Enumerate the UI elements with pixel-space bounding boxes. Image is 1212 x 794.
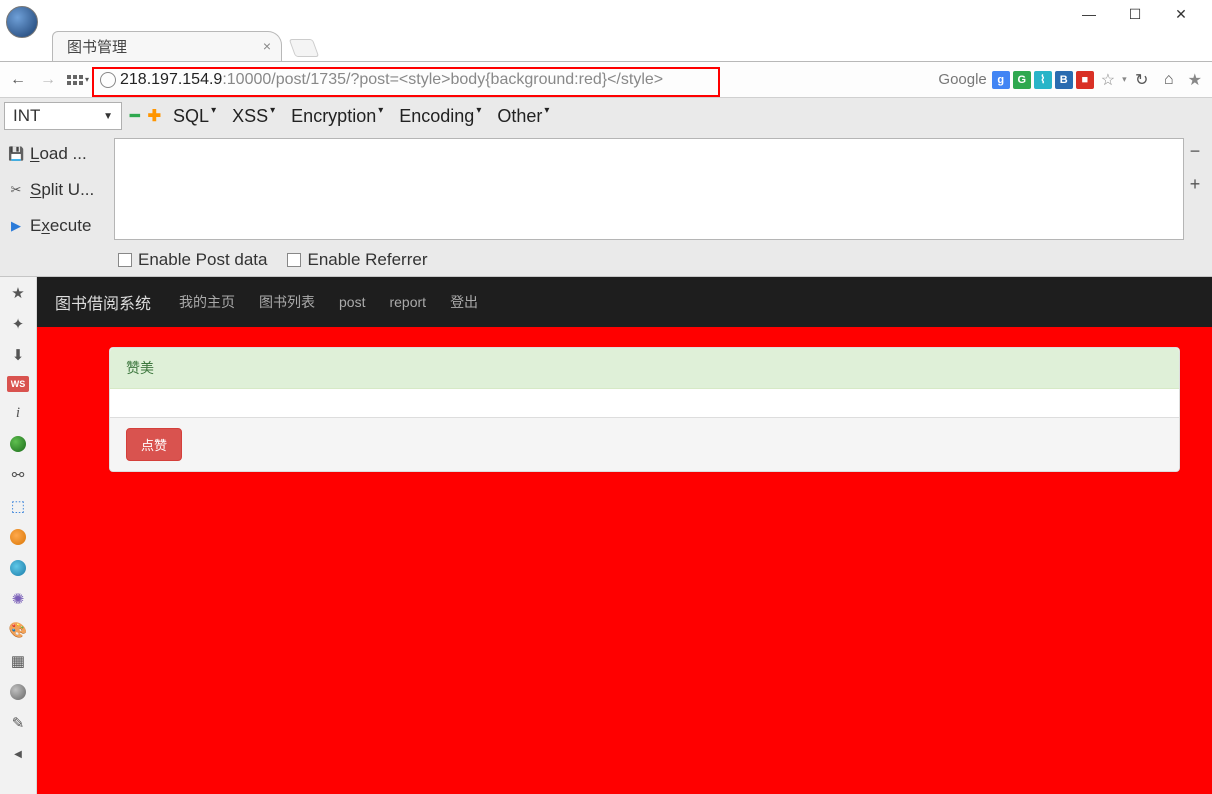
hackbar-minus-icon[interactable]: ━ [130,106,140,126]
sidebar-inspect-icon[interactable]: ⬚ [7,496,29,516]
sidebar-collapse-icon[interactable]: ◀ [7,744,29,764]
google-icon[interactable]: g [992,71,1010,89]
reload-button[interactable]: ↻ [1130,68,1154,92]
globe-icon [100,72,116,88]
app-logo-icon [6,6,38,38]
sidebar-download-icon[interactable]: ⬇ [7,345,29,365]
hackbar-other-menu[interactable]: Other▾ [493,106,553,127]
hackbar-execute-button[interactable]: ▶Execute [6,212,110,240]
chevron-down-icon: ▼ [103,111,113,122]
sidebar-link-icon[interactable]: ⚯ [7,465,29,485]
sidebar-sphere-icon[interactable] [7,682,29,702]
ext-wifi-icon[interactable]: ⌇ [1034,71,1052,89]
back-button[interactable]: ← [6,68,30,92]
navigation-bar: ← → ▾ 218.197.154.9:10000/post/1735/?pos… [0,62,1212,98]
play-icon: ▶ [8,218,24,234]
sidebar-layout-icon[interactable]: ▦ [7,651,29,671]
search-engine-label: Google [938,71,986,88]
enable-referrer-checkbox[interactable]: Enable Referrer [287,250,427,270]
enable-post-checkbox[interactable]: Enable Post data [118,250,267,270]
hackbar-expand-button[interactable]: + [1186,174,1204,195]
scissors-icon: ✂ [8,182,24,198]
sidebar-ws-icon[interactable]: WS [7,376,29,392]
hackbar-xss-menu[interactable]: XSS▾ [228,106,279,127]
new-tab-button[interactable] [289,39,320,57]
page-content: 图书借阅系统 我的主页 图书列表 post report 登出 赞美 点赞 [37,277,1212,794]
sidebar-cookie-icon[interactable] [7,527,29,547]
window-close-button[interactable]: ✕ [1158,0,1204,28]
address-bar[interactable]: 218.197.154.9:10000/post/1735/?post=<sty… [100,71,928,89]
close-tab-icon[interactable]: × [263,38,271,54]
site-brand[interactable]: 图书借阅系统 [55,290,151,314]
disk-icon: 💾 [8,146,24,162]
hackbar-plus-icon[interactable]: ✚ [148,106,161,126]
hackbar-encoding-menu[interactable]: Encoding▾ [395,106,485,127]
panel-body [110,389,1179,417]
hackbar-options: Enable Post data Enable Referrer [0,244,1212,276]
hackbar-input[interactable] [114,138,1184,240]
sidebar-globe-icon[interactable] [7,434,29,454]
url-path: :10000/post/1735/?post=<style>body{backg… [222,71,663,88]
praise-panel: 赞美 点赞 [109,347,1180,472]
ext-g-icon[interactable]: G [1013,71,1031,89]
sidebar-puzzle-icon[interactable]: ✦ [7,314,29,334]
ext-b-icon[interactable]: B [1055,71,1073,89]
forward-button[interactable]: → [36,68,60,92]
favorite-star-icon[interactable]: ★ [1188,70,1202,90]
hackbar-split-button[interactable]: ✂Split U... [6,176,110,204]
sidebar-burst-icon[interactable]: ✺ [7,589,29,609]
sidebar-star-icon[interactable]: ★ [7,283,29,303]
nav-book-list[interactable]: 图书列表 [259,292,315,312]
url-host: 218.197.154.9 [120,71,222,88]
nav-logout[interactable]: 登出 [450,292,478,312]
panel-title: 赞美 [110,348,1179,389]
like-button[interactable]: 点赞 [126,428,182,461]
tiles-button[interactable]: ▾ [66,68,90,92]
toolbar-right: Google g G ⌇ B ■ ☆▾ ↻ ⌂ ★ [938,68,1206,92]
browser-tab[interactable]: 图书管理 × [52,31,282,61]
nav-home[interactable]: 我的主页 [179,292,235,312]
hackbar-encryption-menu[interactable]: Encryption▾ [287,106,387,127]
hackbar-type-select[interactable]: INT ▼ [4,102,122,130]
window-maximize-button[interactable]: ☐ [1112,0,1158,28]
window-minimize-button[interactable]: — [1066,0,1112,28]
site-navbar: 图书借阅系统 我的主页 图书列表 post report 登出 [37,277,1212,327]
sidebar-snail-icon[interactable] [7,558,29,578]
nav-report[interactable]: report [389,294,426,310]
hackbar-side-actions: 💾Load ... ✂Split U... ▶Execute [0,134,110,244]
hackbar-type-value: INT [13,106,40,126]
home-button[interactable]: ⌂ [1157,68,1181,92]
bookmark-star-icon[interactable]: ☆ [1101,70,1115,90]
hackbar-collapse-button[interactable]: − [1186,141,1204,162]
tab-strip: 图书管理 × [0,28,1212,62]
hackbar-toolbar: INT ▼ ━ ✚ SQL▾ XSS▾ Encryption▾ Encoding… [0,98,1212,134]
sidebar-wand-icon[interactable]: ✎ [7,713,29,733]
hackbar-sql-menu[interactable]: SQL▾ [169,106,220,127]
ext-flag-icon[interactable]: ■ [1076,71,1094,89]
tab-title: 图书管理 [67,36,127,57]
sidebar-palette-icon[interactable]: 🎨 [7,620,29,640]
nav-post[interactable]: post [339,294,365,310]
window-titlebar: — ☐ ✕ [0,0,1212,28]
hackbar-panel: INT ▼ ━ ✚ SQL▾ XSS▾ Encryption▾ Encoding… [0,98,1212,277]
grid-icon [67,75,83,85]
url-text: 218.197.154.9:10000/post/1735/?post=<sty… [120,71,663,89]
panel-footer: 点赞 [110,417,1179,471]
sidebar-info-icon[interactable]: i [7,403,29,423]
hackbar-load-button[interactable]: 💾Load ... [6,140,110,168]
extensions-sidebar: ★ ✦ ⬇ WS i ⚯ ⬚ ✺ 🎨 ▦ ✎ ◀ [0,277,37,794]
